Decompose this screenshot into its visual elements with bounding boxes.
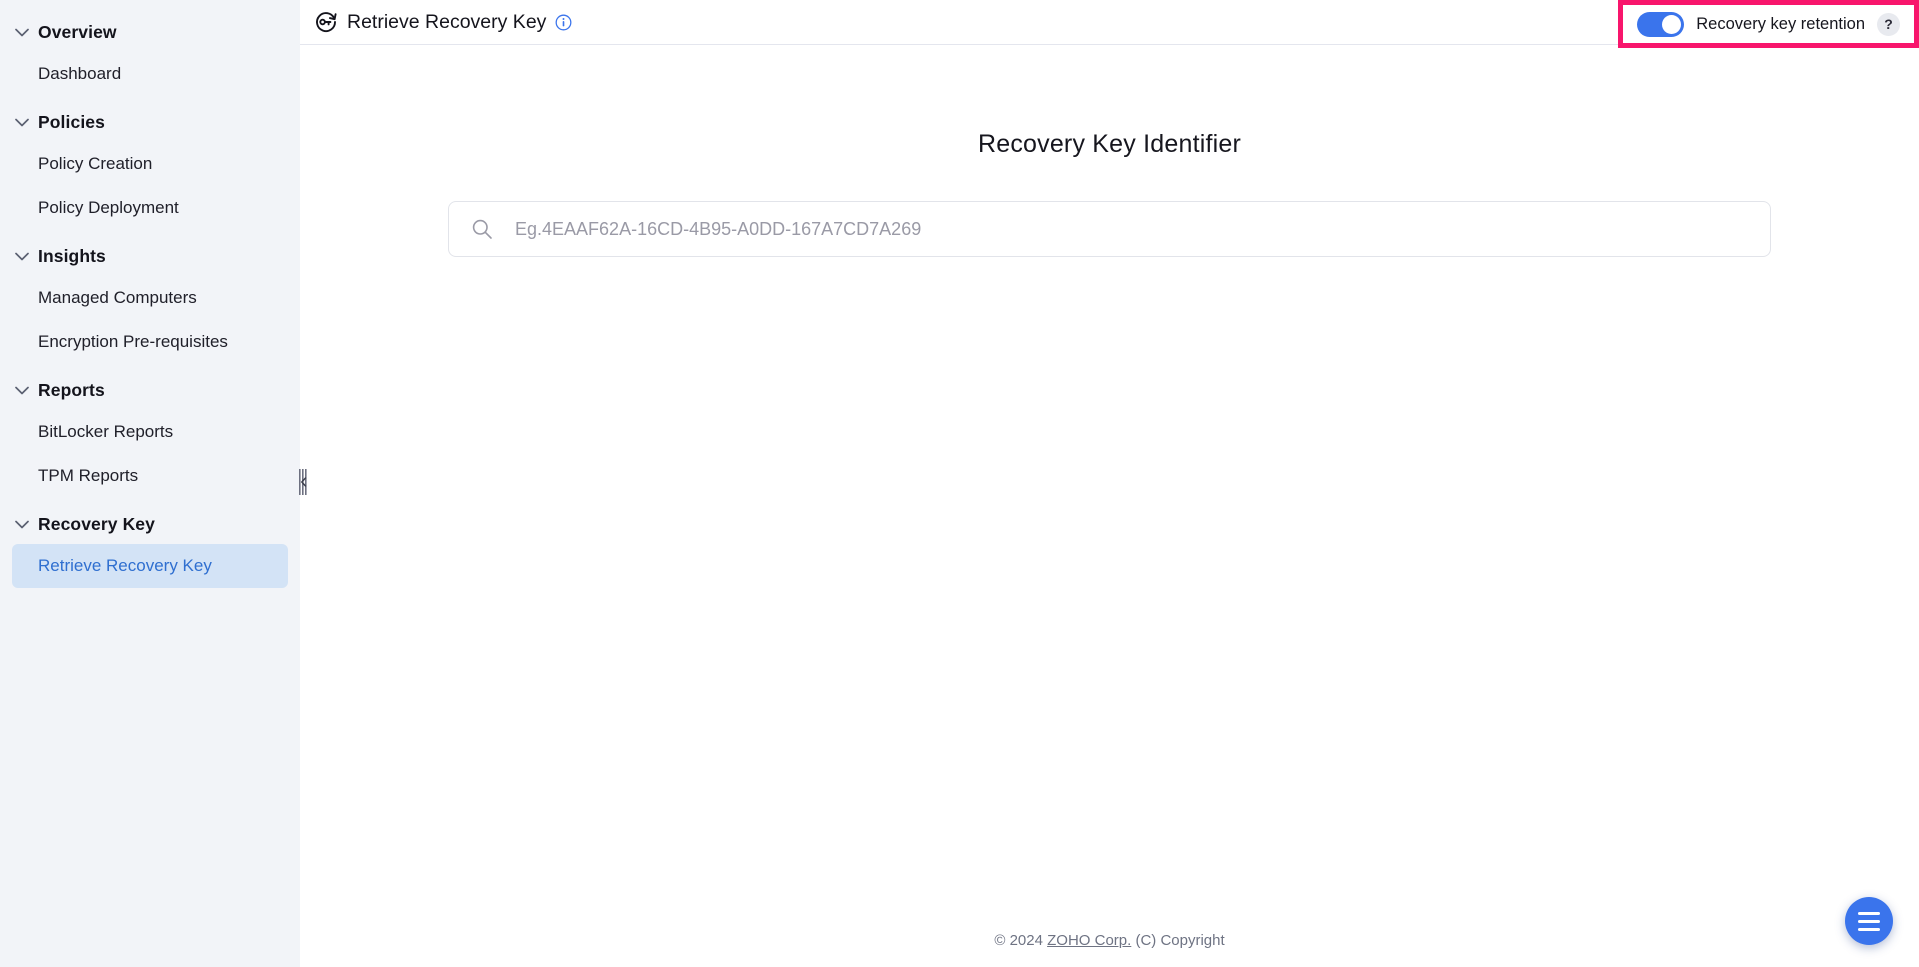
- page-header-left: Retrieve Recovery Key: [314, 10, 572, 34]
- zoho-corp-link[interactable]: ZOHO Corp.: [1047, 932, 1131, 949]
- sidebar-group-header-insights[interactable]: Insights: [0, 236, 300, 276]
- toggle-knob: [1662, 14, 1682, 34]
- search-icon: [471, 218, 493, 240]
- chevron-down-icon: [12, 514, 32, 534]
- sidebar-item-policy-deployment[interactable]: Policy Deployment: [12, 186, 288, 230]
- sidebar-item-bitlocker-reports[interactable]: BitLocker Reports: [12, 410, 288, 454]
- sidebar-group-policies: Policies Policy Creation Policy Deployme…: [0, 102, 300, 230]
- sidebar-group-header-overview[interactable]: Overview: [0, 12, 300, 52]
- sidebar-item-dashboard[interactable]: Dashboard: [12, 52, 288, 96]
- recovery-key-retention-highlight: Recovery key retention ?: [1618, 0, 1919, 48]
- sidebar-item-managed-computers[interactable]: Managed Computers: [12, 276, 288, 320]
- sidebar-group-title: Reports: [38, 379, 105, 400]
- page-header: Retrieve Recovery Key Recovery key reten…: [300, 0, 1919, 48]
- menu-icon-line: [1858, 919, 1880, 923]
- sidebar-group-title: Recovery Key: [38, 513, 155, 534]
- sidebar-group-overview: Overview Dashboard: [0, 12, 300, 96]
- recovery-key-search-box[interactable]: [448, 201, 1771, 257]
- app-root: Overview Dashboard Policies Policy Creat…: [0, 0, 1919, 967]
- content-area: Recovery Key Identifier © 2024 ZOHO Corp…: [300, 45, 1919, 967]
- sidebar-group-header-policies[interactable]: Policies: [0, 102, 300, 142]
- sidebar-group-reports: Reports BitLocker Reports TPM Reports: [0, 370, 300, 498]
- recovery-key-icon: [314, 10, 338, 34]
- chevron-down-icon: [12, 380, 32, 400]
- footer-suffix: (C) Copyright: [1131, 932, 1225, 949]
- menu-icon-line: [1858, 911, 1880, 915]
- info-icon[interactable]: [555, 14, 572, 31]
- sidebar-group-insights: Insights Managed Computers Encryption Pr…: [0, 236, 300, 364]
- sidebar-item-retrieve-recovery-key[interactable]: Retrieve Recovery Key: [12, 544, 288, 588]
- search-row: [300, 201, 1919, 257]
- main-panel: Retrieve Recovery Key Recovery key reten…: [300, 0, 1919, 967]
- sidebar-group-recovery-key: Recovery Key Retrieve Recovery Key: [0, 504, 300, 588]
- menu-fab-button[interactable]: [1845, 897, 1893, 945]
- sidebar-group-title: Insights: [38, 245, 106, 266]
- sidebar-group-title: Policies: [38, 111, 105, 132]
- sidebar-group-title: Overview: [38, 21, 117, 42]
- sidebar-item-encryption-pre-requisites[interactable]: Encryption Pre-requisites: [12, 320, 288, 364]
- sidebar: Overview Dashboard Policies Policy Creat…: [0, 0, 313, 967]
- sidebar-item-tpm-reports[interactable]: TPM Reports: [12, 454, 288, 498]
- recovery-key-retention-toggle[interactable]: [1637, 11, 1685, 37]
- chevron-down-icon: [12, 22, 32, 42]
- collapse-sidebar-handle-icon[interactable]: [298, 466, 310, 498]
- chevron-down-icon: [12, 246, 32, 266]
- page-title: Retrieve Recovery Key: [347, 10, 547, 33]
- sidebar-item-policy-creation[interactable]: Policy Creation: [12, 142, 288, 186]
- sidebar-group-header-reports[interactable]: Reports: [0, 370, 300, 410]
- chevron-down-icon: [12, 112, 32, 132]
- recovery-key-identifier-heading: Recovery Key Identifier: [977, 130, 1242, 158]
- footer-prefix: © 2024: [994, 932, 1048, 949]
- footer-copyright: © 2024 ZOHO Corp. (C) Copyright: [300, 932, 1919, 949]
- sidebar-group-header-recovery-key[interactable]: Recovery Key: [0, 504, 300, 544]
- help-icon[interactable]: ?: [1877, 12, 1900, 36]
- recovery-key-search-input[interactable]: [515, 202, 1770, 256]
- recovery-key-retention-label: Recovery key retention: [1696, 14, 1865, 33]
- menu-icon-line: [1858, 927, 1880, 931]
